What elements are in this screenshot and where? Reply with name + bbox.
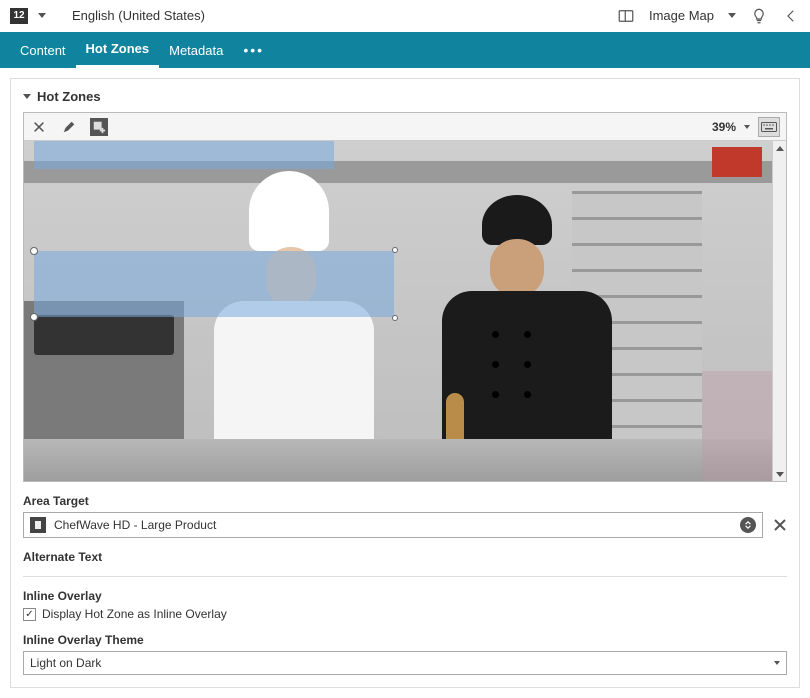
tab-metadata[interactable]: Metadata bbox=[159, 32, 233, 68]
tab-hot-zones[interactable]: Hot Zones bbox=[76, 32, 160, 68]
version-dropdown-icon[interactable] bbox=[38, 13, 46, 18]
zoom-dropdown-icon[interactable] bbox=[744, 125, 750, 129]
keyboard-shortcuts-button[interactable] bbox=[758, 117, 780, 137]
area-target-input[interactable]: ChefWave HD - Large Product bbox=[23, 512, 763, 538]
lightbulb-icon[interactable] bbox=[750, 7, 768, 25]
hot-zone-1[interactable] bbox=[34, 141, 334, 169]
product-icon bbox=[30, 517, 46, 533]
zoom-level[interactable]: 39% bbox=[712, 120, 736, 134]
tab-overflow-icon[interactable]: ••• bbox=[233, 42, 274, 58]
clear-target-button[interactable] bbox=[773, 518, 787, 532]
theme-selected-value: Light on Dark bbox=[30, 656, 774, 670]
scroll-down-icon[interactable] bbox=[776, 472, 784, 477]
tab-bar: Content Hot Zones Metadata ••• bbox=[0, 32, 810, 68]
theme-dropdown-icon bbox=[774, 661, 780, 665]
tab-content[interactable]: Content bbox=[10, 32, 76, 68]
alternate-text-label: Alternate Text bbox=[23, 550, 787, 564]
delete-zone-button[interactable] bbox=[30, 118, 48, 136]
area-target-label: Area Target bbox=[23, 494, 787, 508]
section-divider bbox=[23, 576, 787, 577]
top-bar: 12 English (United States) Image Map bbox=[0, 0, 810, 32]
hot-zone-2[interactable] bbox=[702, 371, 772, 481]
inline-overlay-theme-select[interactable]: Light on Dark bbox=[23, 651, 787, 675]
target-picker-icon[interactable] bbox=[740, 517, 756, 533]
image-canvas[interactable] bbox=[24, 141, 772, 481]
inline-overlay-checkbox-label[interactable]: Display Hot Zone as Inline Overlay bbox=[42, 607, 227, 621]
layout-icon[interactable] bbox=[617, 7, 635, 25]
version-indicator-icon[interactable]: 12 bbox=[10, 8, 28, 24]
inline-overlay-label: Inline Overlay bbox=[23, 589, 787, 603]
locale-label[interactable]: English (United States) bbox=[72, 8, 205, 23]
area-target-value: ChefWave HD - Large Product bbox=[54, 518, 740, 532]
section-toggle-icon[interactable] bbox=[23, 94, 31, 99]
hot-zones-panel: Hot Zones bbox=[10, 78, 800, 688]
section-title: Hot Zones bbox=[37, 89, 101, 104]
view-mode-dropdown-icon[interactable] bbox=[728, 13, 736, 18]
inline-overlay-theme-label: Inline Overlay Theme bbox=[23, 633, 787, 647]
vertical-scrollbar[interactable] bbox=[772, 141, 786, 481]
add-zone-button[interactable] bbox=[90, 118, 108, 136]
view-mode-label[interactable]: Image Map bbox=[649, 8, 714, 23]
image-editor: 39% bbox=[23, 112, 787, 482]
hot-zone-selected[interactable] bbox=[34, 251, 394, 317]
inline-overlay-checkbox[interactable]: ✓ bbox=[23, 608, 36, 621]
scroll-up-icon[interactable] bbox=[776, 146, 784, 151]
edit-zone-button[interactable] bbox=[60, 118, 78, 136]
collapse-panel-icon[interactable] bbox=[782, 7, 800, 25]
editor-toolbar: 39% bbox=[24, 113, 786, 141]
